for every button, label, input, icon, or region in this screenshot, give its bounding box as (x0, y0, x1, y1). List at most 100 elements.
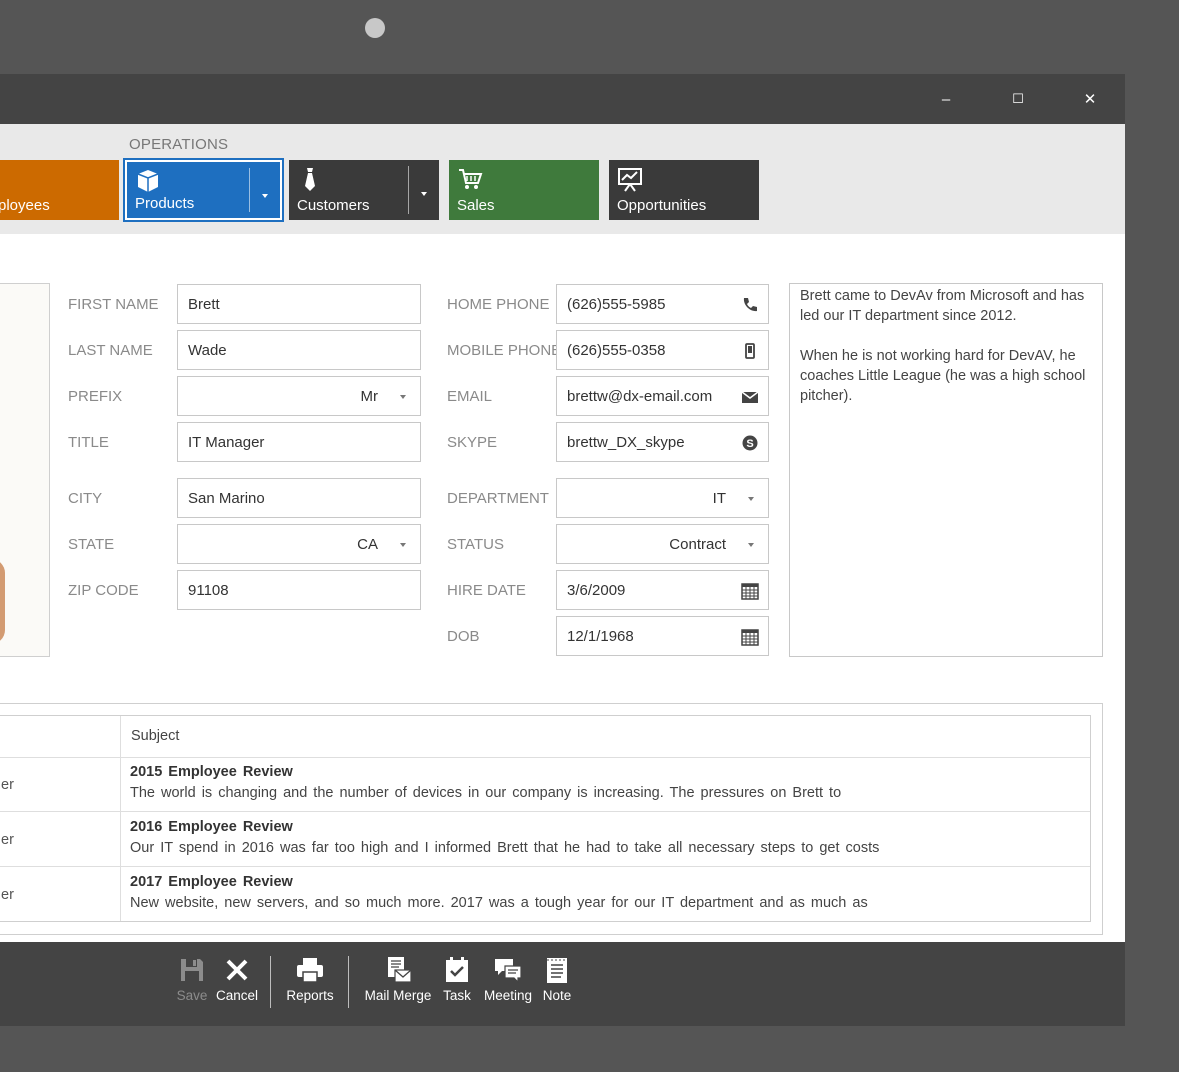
status-label: STATUS (447, 536, 504, 553)
row-subject: 2017 Employee Review (130, 874, 293, 890)
app-window: – ☐ ✕ OPERATIONS ployees Products Custom… (0, 74, 1125, 1026)
notes-paragraph: Brett came to DevAv from Microsoft and h… (800, 288, 1085, 324)
save-icon (181, 959, 203, 981)
last-name-field[interactable]: Wade (177, 330, 421, 370)
tile-label: Customers (297, 197, 370, 214)
tile-sales[interactable]: Sales (449, 160, 599, 220)
tie-icon (305, 168, 315, 191)
home-phone-field[interactable]: (626)555-5985 (556, 284, 769, 324)
skype-field[interactable]: brettw_DX_skype S (556, 422, 769, 462)
notes-paragraph: When he is not working hard for DevAV, h… (800, 348, 1086, 404)
row-body: New website, new servers, and so much mo… (130, 895, 868, 911)
skype-value: brettw_DX_skype (567, 434, 685, 451)
zip-code-label: ZIP CODE (68, 582, 139, 599)
state-value: CA (357, 536, 378, 553)
department-dropdown[interactable]: IT (556, 478, 769, 518)
save-button[interactable]: Save (173, 956, 211, 1016)
minimize-button[interactable]: – (916, 74, 976, 124)
save-label: Save (176, 988, 208, 1003)
note-icon (547, 958, 567, 983)
row-cell-truncated: er (1, 832, 14, 848)
ribbon-group-label: OPERATIONS (129, 136, 229, 153)
tile-products[interactable]: Products (123, 158, 284, 222)
email-value: brettw@dx-email.com (567, 388, 713, 405)
meeting-button[interactable]: Meeting (482, 956, 534, 1016)
department-value: IT (712, 490, 726, 507)
close-button[interactable]: ✕ (1060, 74, 1120, 124)
calendar-icon[interactable] (741, 628, 759, 646)
skype-icon[interactable]: S (741, 434, 759, 452)
tile-opportunities[interactable]: Opportunities (609, 160, 759, 220)
cancel-label: Cancel (216, 988, 259, 1003)
zip-code-field[interactable]: 91108 (177, 570, 421, 610)
calendar-icon[interactable] (741, 582, 759, 600)
title-bar: – ☐ ✕ (0, 74, 1125, 124)
maximize-button[interactable]: ☐ (988, 74, 1048, 124)
tile-label: Sales (457, 197, 495, 214)
state-dropdown[interactable]: CA (177, 524, 421, 564)
dob-label: DOB (447, 628, 480, 645)
prefix-value: Mr (360, 388, 379, 405)
meeting-label: Meeting (483, 988, 533, 1003)
mail-icon[interactable] (741, 388, 759, 406)
prefix-dropdown[interactable]: Mr (177, 376, 421, 416)
background-dot (365, 18, 385, 38)
title-field[interactable]: IT Manager (177, 422, 421, 462)
status-dropdown[interactable]: Contract (556, 524, 769, 564)
bottom-toolbar: Save Cancel Reports Mail Merge Task Meet… (0, 942, 1125, 1026)
email-field[interactable]: brettw@dx-email.com (556, 376, 769, 416)
reports-button[interactable]: Reports (284, 956, 336, 1016)
hire-date-field[interactable]: 3/6/2009 (556, 570, 769, 610)
dob-field[interactable]: 12/1/1968 (556, 616, 769, 656)
city-field[interactable]: San Marino (177, 478, 421, 518)
row-cell-truncated: er (1, 887, 14, 903)
email-label: EMAIL (447, 388, 493, 405)
first-name-field[interactable]: Brett (177, 284, 421, 324)
prefix-label: PREFIX (68, 388, 123, 405)
chevron-down-icon (748, 543, 754, 547)
phone-icon[interactable] (741, 296, 759, 314)
mobile-icon[interactable] (741, 342, 759, 360)
column-header-subject[interactable]: Subject (131, 728, 179, 744)
home-phone-value: (626)555-5985 (567, 296, 666, 313)
title-value: IT Manager (188, 434, 265, 451)
department-label: DEPARTMENT (447, 490, 549, 507)
hire-date-value: 3/6/2009 (567, 582, 626, 599)
tile-employees[interactable]: ployees (0, 160, 119, 220)
state-label: STATE (68, 536, 115, 553)
ribbon: OPERATIONS ployees Products Customers Sa… (0, 124, 1125, 234)
products-dropdown-button[interactable] (249, 168, 280, 212)
chevron-down-icon (748, 497, 754, 501)
tile-customers[interactable]: Customers (289, 160, 439, 220)
evaluations-grid: Subject er 2015 Employee Review The worl… (0, 715, 1091, 922)
task-button[interactable]: Task (440, 956, 474, 1016)
employee-photo (0, 283, 50, 657)
svg-text:S: S (746, 438, 753, 450)
table-row[interactable]: er 2016 Employee Review Our IT spend in … (0, 812, 1090, 867)
mail-merge-button[interactable]: Mail Merge (362, 956, 434, 1016)
dob-value: 12/1/1968 (567, 628, 634, 645)
chevron-down-icon (400, 543, 406, 547)
tile-label: ployees (0, 197, 50, 214)
note-button[interactable]: Note (540, 956, 574, 1016)
row-subject: 2015 Employee Review (130, 764, 293, 780)
mobile-phone-field[interactable]: (626)555-0358 (556, 330, 769, 370)
reports-label: Reports (286, 988, 334, 1003)
row-subject: 2016 Employee Review (130, 819, 293, 835)
table-row[interactable]: er 2017 Employee Review New website, new… (0, 867, 1090, 922)
toolbar-separator (270, 956, 271, 1008)
photo-arm (0, 559, 5, 644)
cart-icon (459, 169, 483, 189)
status-value: Contract (669, 536, 726, 553)
last-name-label: LAST NAME (68, 342, 153, 359)
table-row[interactable]: er 2015 Employee Review The world is cha… (0, 757, 1090, 812)
customers-dropdown-button[interactable] (408, 166, 439, 214)
last-name-value: Wade (188, 342, 227, 359)
evaluations-panel: Subject er 2015 Employee Review The worl… (0, 703, 1103, 935)
mobile-phone-value: (626)555-0358 (567, 342, 666, 359)
first-name-value: Brett (188, 296, 220, 313)
mail-merge-label: Mail Merge (364, 988, 432, 1003)
cancel-button[interactable]: Cancel (216, 956, 258, 1016)
tile-label: Opportunities (617, 197, 707, 214)
notes-textarea[interactable]: Brett came to DevAv from Microsoft and h… (789, 283, 1103, 657)
